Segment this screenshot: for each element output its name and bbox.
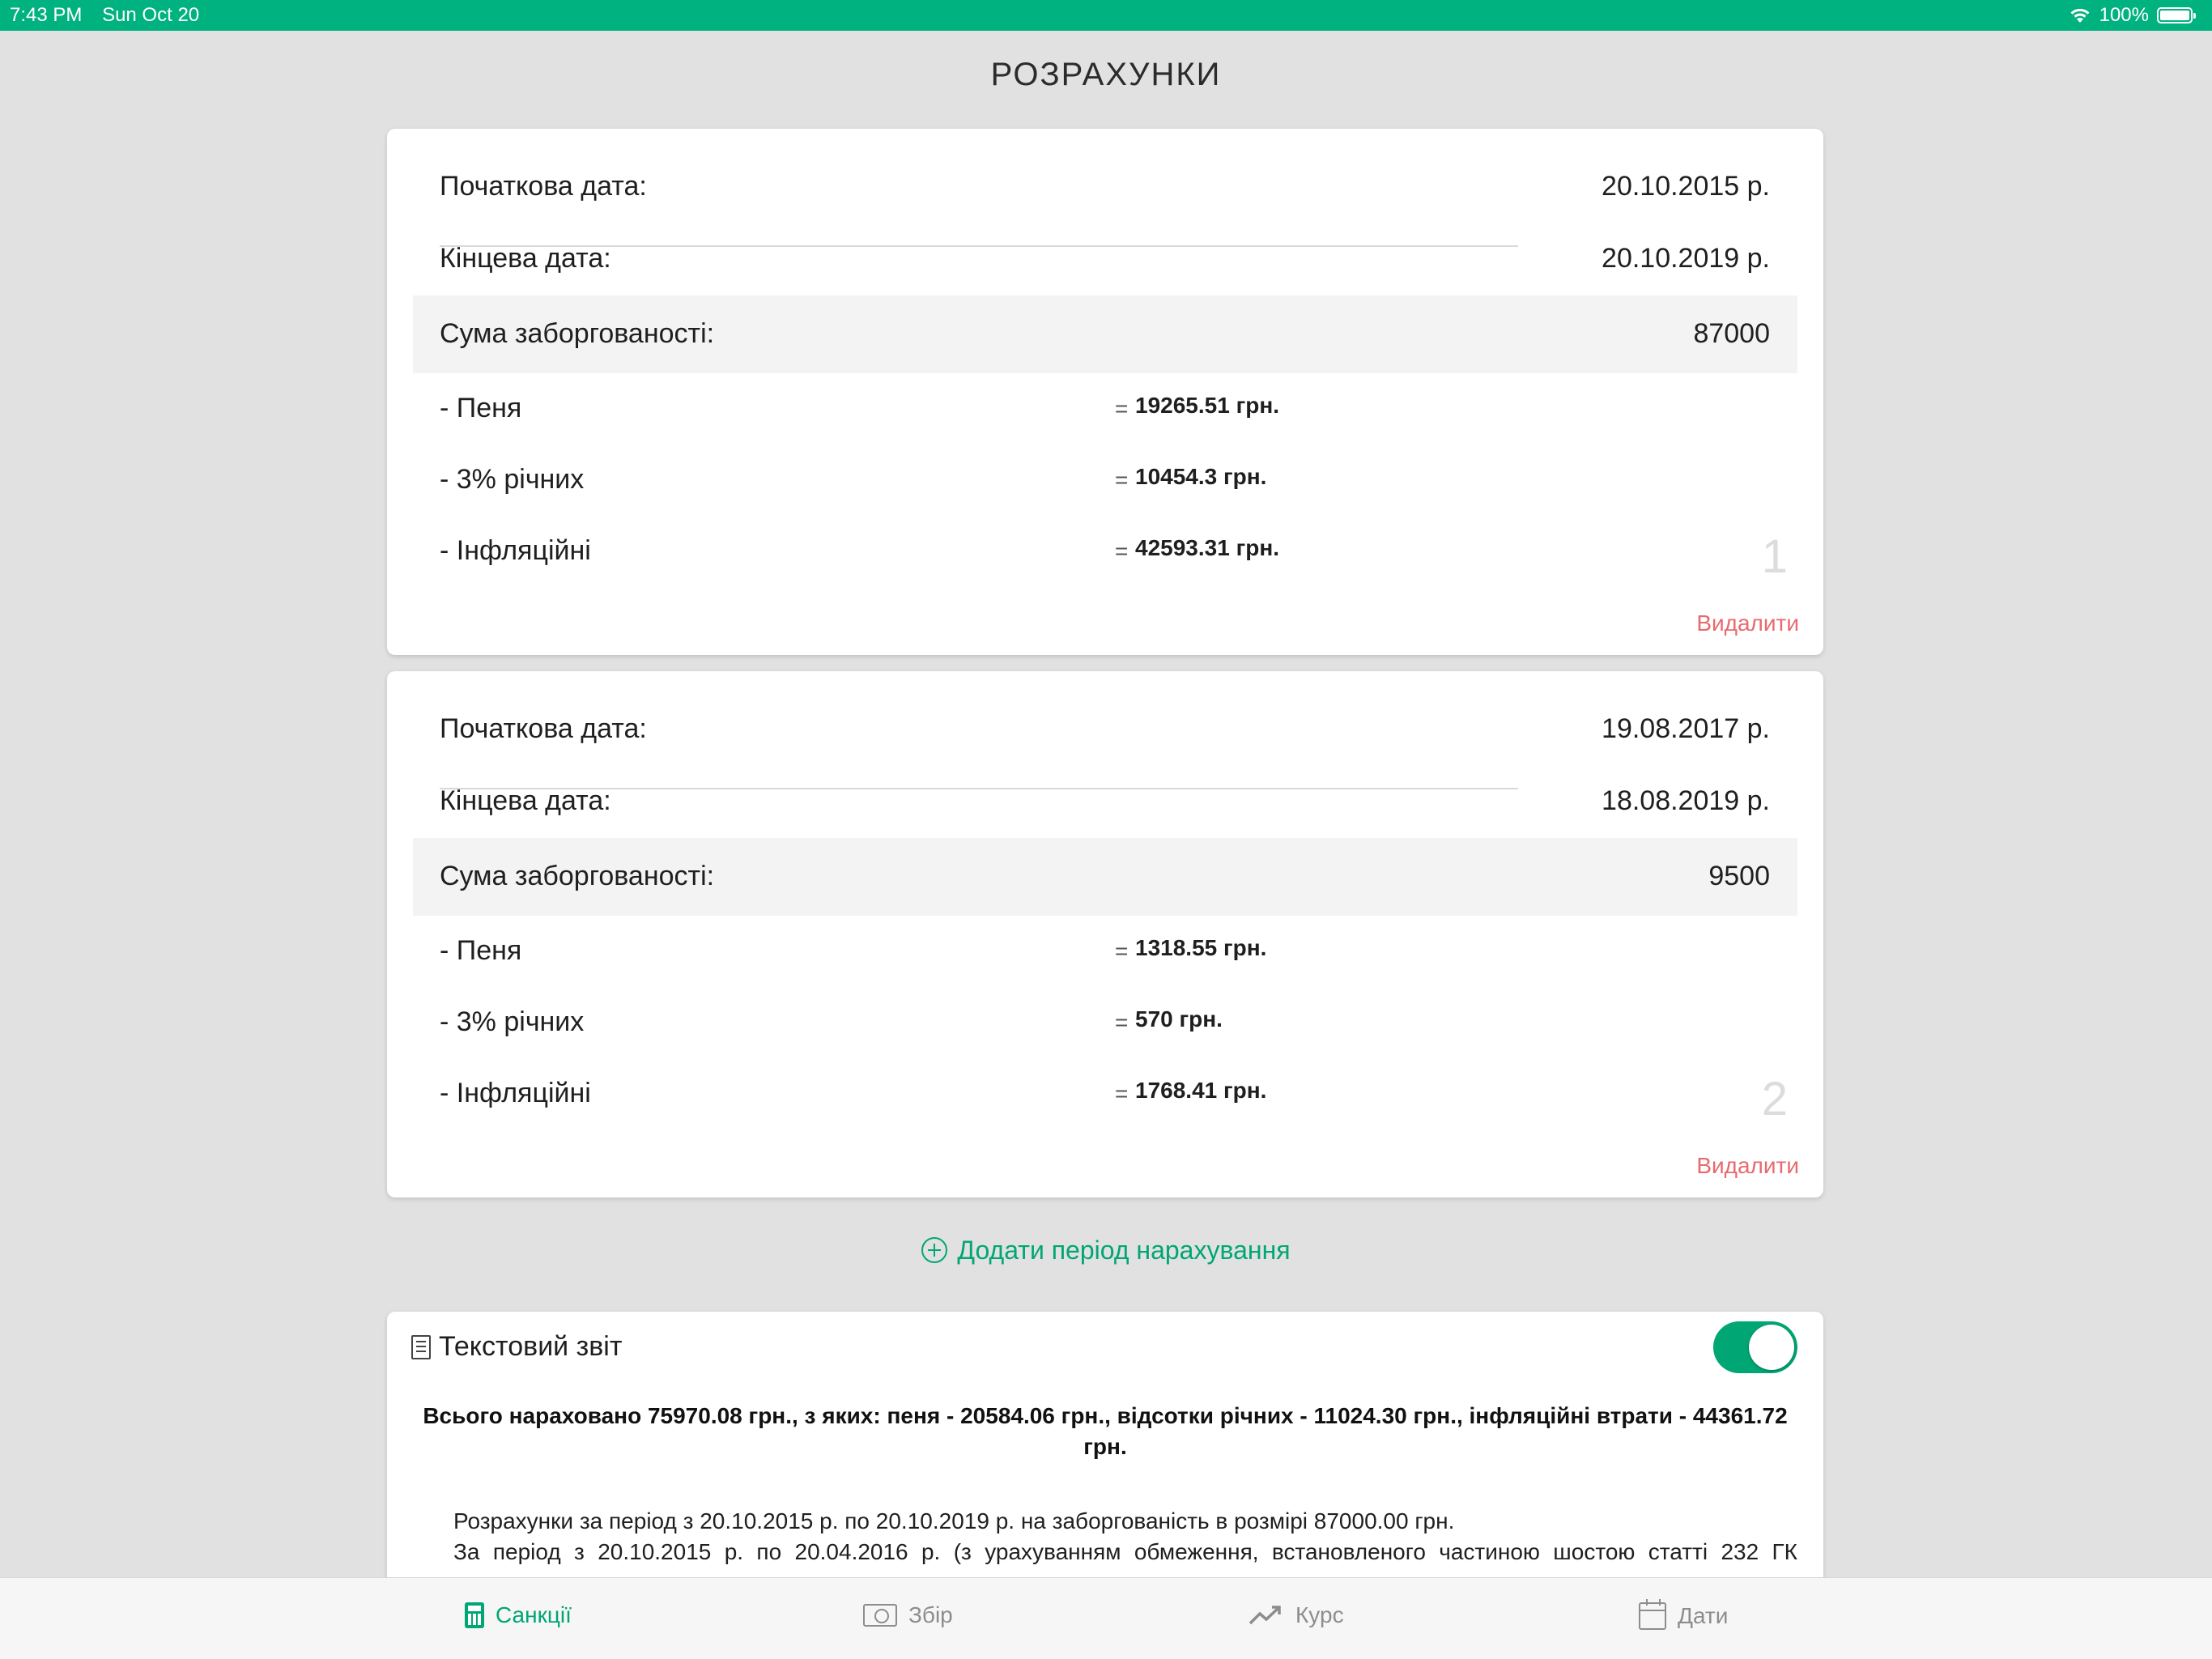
report-line: Розрахунки за період з 20.10.2015 р. по … <box>453 1508 1455 1534</box>
penalty-value: 19265.51 грн. <box>1135 393 1280 418</box>
status-date: Sun Oct 20 <box>102 4 200 26</box>
status-bar: 7:43 PM Sun Oct 20 100% <box>0 0 2212 31</box>
inflation-value: 1768.41 грн. <box>1135 1078 1267 1103</box>
start-date-value[interactable]: 20.10.2015 р. <box>1602 171 1770 202</box>
tab-sanctions[interactable]: Санкції <box>465 1602 572 1628</box>
debt-label: Сума заборгованості: <box>440 861 715 891</box>
tab-dates[interactable]: Дати <box>1639 1599 1729 1630</box>
money-icon <box>863 1604 897 1627</box>
status-time: 7:43 PM <box>10 4 83 26</box>
end-date-label: Кінцева дата: <box>440 243 611 274</box>
period-number: 2 <box>1761 1073 1788 1125</box>
end-date-value[interactable]: 18.08.2019 р. <box>1602 785 1770 817</box>
tab-label: Збір <box>908 1602 953 1627</box>
equals-sign: = <box>1115 538 1129 564</box>
annual-label: - 3% річних <box>440 464 585 495</box>
period-card-1: Початкова дата: 20.10.2015 р. Кінцева да… <box>387 129 1823 655</box>
annual-value: 570 грн. <box>1135 1006 1223 1032</box>
inflation-value: 42593.31 грн. <box>1135 535 1280 560</box>
page-title: РОЗРАХУНКИ <box>990 57 1222 92</box>
report-line: За період з 20.10.2015 р. по 20.04.2016 … <box>453 1539 1797 1564</box>
tab-label: Дати <box>1678 1603 1729 1628</box>
calendar-icon <box>1639 1599 1666 1630</box>
penalty-label: - Пеня <box>440 393 522 423</box>
penalty-label: - Пеня <box>440 935 522 966</box>
start-date-label: Початкова дата: <box>440 713 647 744</box>
add-period-label: Додати період нарахування <box>957 1236 1291 1265</box>
debt-row[interactable]: Сума заборгованості: 9500 <box>413 838 1797 916</box>
annual-value: 10454.3 грн. <box>1135 464 1267 489</box>
tab-label: Санкції <box>496 1602 572 1627</box>
report-toggle[interactable] <box>1713 1321 1797 1373</box>
tab-label: Курс <box>1295 1602 1344 1627</box>
inflation-label: - Інфляційні <box>440 535 591 566</box>
add-period-button[interactable]: Додати період нарахування <box>0 1236 2212 1266</box>
period-card-2: Початкова дата: 19.08.2017 р. Кінцева да… <box>387 671 1823 1197</box>
start-date-label: Початкова дата: <box>440 171 647 202</box>
debt-label: Сума заборгованості: <box>440 318 715 349</box>
equals-sign: = <box>1115 938 1129 963</box>
end-date-value[interactable]: 20.10.2019 р. <box>1602 243 1770 274</box>
status-time-date: 7:43 PM Sun Oct 20 <box>10 4 214 27</box>
report-title: Текстовий звіт <box>439 1331 623 1362</box>
inflation-label: - Інфляційні <box>440 1078 591 1108</box>
tab-rate[interactable]: Курс <box>1249 1602 1344 1628</box>
annual-label: - 3% річних <box>440 1006 585 1037</box>
equals-sign: = <box>1115 467 1129 492</box>
battery-percent: 100% <box>2099 4 2149 26</box>
document-icon <box>411 1334 431 1359</box>
trend-icon <box>1249 1606 1281 1625</box>
equals-sign: = <box>1115 1010 1129 1035</box>
equals-sign: = <box>1115 396 1129 421</box>
tab-bar: Санкції Збір Курс Дати <box>0 1577 2212 1659</box>
status-indicators: 100% <box>2069 4 2196 27</box>
wifi-icon <box>2070 8 2090 23</box>
report-detail: Розрахунки за період з 20.10.2015 р. по … <box>453 1506 1797 1568</box>
delete-period-button[interactable]: Видалити <box>1696 1153 1799 1179</box>
period-number: 1 <box>1761 530 1788 583</box>
calculator-icon <box>465 1602 484 1628</box>
report-summary: Всього нараховано 75970.08 грн., з яких:… <box>423 1403 1788 1459</box>
toggle-knob <box>1749 1325 1794 1370</box>
penalty-value: 1318.55 грн. <box>1135 935 1267 960</box>
debt-row[interactable]: Сума заборгованості: 87000 <box>413 296 1797 373</box>
debt-value[interactable]: 9500 <box>1708 861 1770 892</box>
tab-fee[interactable]: Збір <box>863 1602 953 1628</box>
equals-sign: = <box>1115 1081 1129 1106</box>
start-date-value[interactable]: 19.08.2017 р. <box>1602 713 1770 745</box>
debt-value[interactable]: 87000 <box>1693 318 1770 350</box>
add-circle-icon <box>921 1237 948 1263</box>
report-header: Текстовий звіт <box>411 1331 622 1363</box>
delete-period-button[interactable]: Видалити <box>1696 610 1799 636</box>
battery-icon <box>2157 7 2196 23</box>
end-date-label: Кінцева дата: <box>440 785 611 816</box>
